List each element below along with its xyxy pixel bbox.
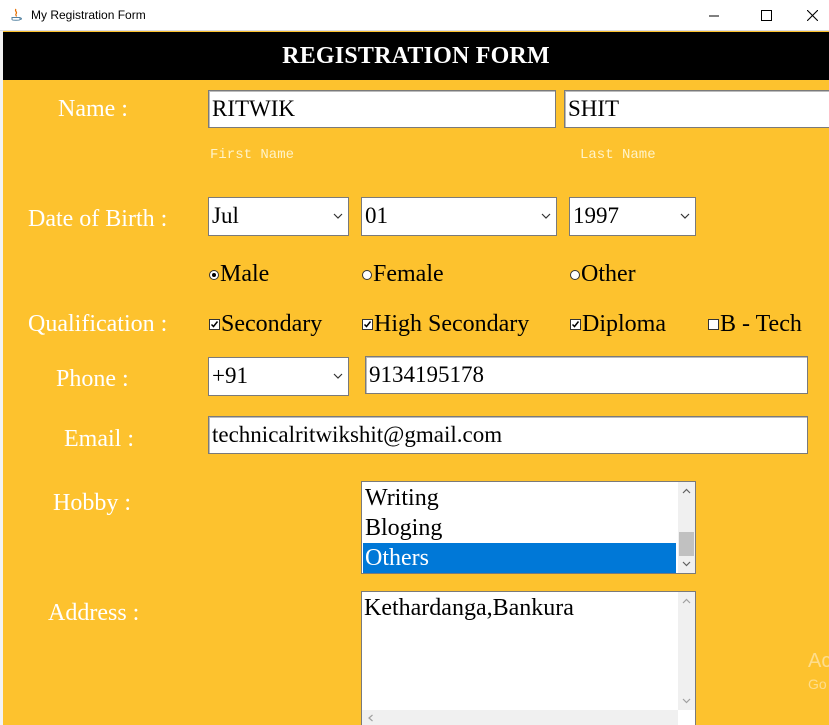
address-horizontal-scrollbar[interactable] — [362, 710, 678, 725]
address-label: Address : — [48, 600, 140, 626]
address-vertical-scrollbar[interactable] — [678, 592, 695, 710]
email-label: Email : — [64, 426, 134, 452]
qualification-diploma-label: Diploma — [582, 311, 666, 337]
qualification-secondary-checkbox[interactable]: Secondary — [209, 311, 322, 338]
gender-female-radio[interactable]: Female — [362, 261, 444, 288]
window-left-border — [0, 31, 3, 725]
email-input[interactable]: technicalritwikshit@gmail.com — [208, 416, 808, 454]
radio-icon — [570, 269, 580, 280]
dob-day-select[interactable]: 01 — [361, 197, 557, 236]
window-title: My Registration Form — [31, 8, 146, 22]
qualification-high-secondary-checkbox[interactable]: High Secondary — [362, 311, 529, 338]
dob-month-value: Jul — [212, 203, 239, 228]
radio-selected-icon — [209, 269, 219, 280]
first-name-hint: First Name — [210, 147, 295, 163]
chevron-down-icon — [333, 373, 343, 379]
gender-male-label: Male — [220, 261, 270, 287]
scroll-up-icon[interactable] — [682, 597, 691, 606]
activation-watermark-subtext: Go — [808, 676, 827, 692]
scroll-down-icon[interactable] — [682, 696, 691, 705]
scroll-left-icon[interactable] — [367, 714, 375, 722]
maximize-icon — [760, 10, 772, 21]
chevron-down-icon — [541, 213, 551, 219]
dob-label: Date of Birth : — [28, 206, 168, 232]
address-text: Kethardanga,Bankura — [364, 595, 574, 621]
minimize-button[interactable] — [691, 0, 737, 31]
form-title: REGISTRATION FORM — [282, 42, 550, 69]
qualification-btech-label: B - Tech — [720, 311, 802, 337]
hobby-item-others[interactable]: Others — [363, 543, 676, 573]
first-name-input[interactable]: RITWIK — [208, 90, 556, 128]
form-header: REGISTRATION FORM — [3, 32, 829, 80]
checkbox-icon — [708, 319, 719, 330]
last-name-input[interactable]: SHIT — [564, 90, 829, 128]
last-name-hint: Last Name — [580, 147, 656, 163]
checkbox-checked-icon — [209, 319, 220, 330]
activation-watermark: Ac — [808, 650, 829, 672]
hobby-item-bloging[interactable]: Bloging — [363, 513, 676, 543]
checkbox-checked-icon — [570, 319, 581, 330]
phone-code-select[interactable]: +91 — [208, 357, 349, 396]
dob-year-select[interactable]: 1997 — [569, 197, 696, 236]
gender-female-label: Female — [373, 261, 444, 287]
dob-year-value: 1997 — [573, 203, 619, 228]
qualification-btech-checkbox[interactable]: B - Tech — [708, 311, 802, 338]
radio-icon — [362, 269, 372, 280]
close-button[interactable] — [789, 0, 829, 31]
hobby-label: Hobby : — [53, 490, 131, 516]
scroll-up-icon[interactable] — [682, 487, 691, 496]
chevron-down-icon — [680, 213, 690, 219]
dob-day-value: 01 — [365, 203, 388, 228]
phone-label: Phone : — [56, 366, 129, 392]
gender-other-radio[interactable]: Other — [570, 261, 636, 288]
gender-other-label: Other — [581, 261, 636, 287]
qualification-label: Qualification : — [28, 311, 168, 337]
hobby-scroll-thumb[interactable] — [679, 532, 694, 556]
name-label: Name : — [58, 96, 128, 122]
chevron-down-icon — [333, 213, 343, 219]
gender-male-radio[interactable]: Male — [209, 261, 269, 288]
checkbox-checked-icon — [362, 319, 373, 330]
phone-number-input[interactable]: 9134195178 — [365, 356, 808, 394]
close-icon — [806, 10, 818, 21]
dob-month-select[interactable]: Jul — [208, 197, 349, 236]
java-icon — [11, 8, 22, 21]
hobby-item-writing[interactable]: Writing — [363, 483, 676, 513]
phone-code-value: +91 — [212, 363, 248, 388]
hobby-list[interactable]: Writing Bloging Others — [361, 481, 696, 574]
minimize-icon — [708, 15, 719, 17]
registration-window: My Registration Form REGISTRATION FORM N… — [0, 0, 829, 725]
qualification-high-secondary-label: High Secondary — [374, 311, 530, 337]
maximize-button[interactable] — [743, 0, 789, 31]
scroll-down-icon[interactable] — [682, 559, 691, 568]
qualification-secondary-label: Secondary — [221, 311, 323, 337]
qualification-diploma-checkbox[interactable]: Diploma — [570, 311, 666, 338]
address-textarea[interactable]: Kethardanga,Bankura — [361, 591, 696, 725]
hobby-scrollbar[interactable] — [678, 482, 695, 573]
title-bar: My Registration Form — [0, 0, 829, 31]
